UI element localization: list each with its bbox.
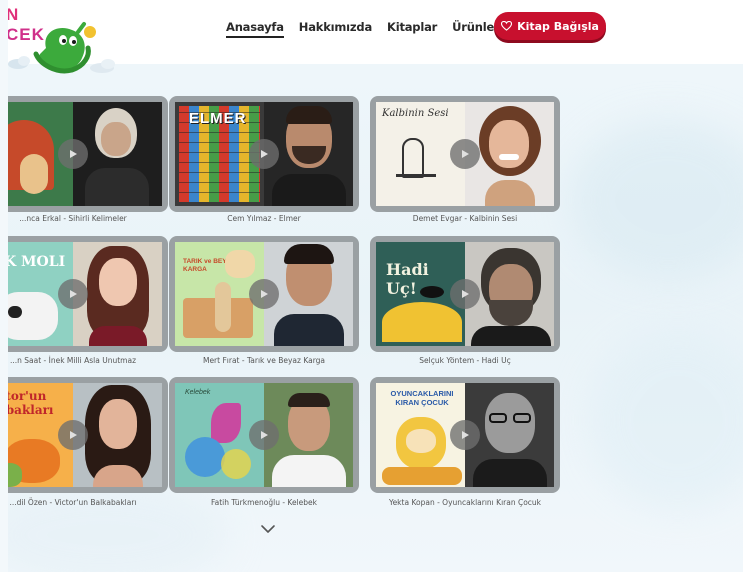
nav-item-anasayfa[interactable]: Anasayfa [226,20,284,38]
play-icon [70,150,77,158]
play-icon [261,290,268,298]
book-caption[interactable]: Yekta Kopan - Oyuncaklarını Kıran Çocuk [370,498,560,507]
book-caption[interactable]: ...n Saat - İnek Milli Asla Unutmaz [8,356,168,365]
play-button[interactable] [58,279,88,309]
play-icon [462,150,469,158]
site-logo[interactable]: N CEK [8,4,121,74]
play-icon [261,431,268,439]
book-cover-title: ELMER [189,110,247,127]
book-video-card[interactable]: Hadi Uç! [370,236,560,352]
book-cover-title: OYUNCAKLARINI KIRAN ÇOCUK [390,389,454,407]
book-video-card[interactable]: ctor'un abakları [8,377,168,493]
book-video-card[interactable]: K MOLI [8,236,168,352]
book-video-card[interactable]: Kalbinin Sesi [370,96,560,212]
book-video-card[interactable]: ELMER [169,96,359,212]
nav-item-urunler[interactable]: Ürünler [452,20,500,38]
book-caption[interactable]: Demet Evgar - Kalbinin Sesi [370,214,560,223]
book-caption[interactable]: Fatih Türkmenoğlu - Kelebek [169,498,359,507]
book-video-card[interactable]: OYUNCAKLARINI KIRAN ÇOCUK [370,377,560,493]
play-icon [70,431,77,439]
book-cover-title: Kelebek [185,389,211,396]
book-cover-title: Kalbinin Sesi [382,108,449,119]
play-icon [261,150,268,158]
book-caption[interactable]: Selçuk Yöntem - Hadi Uç [370,356,560,365]
play-button[interactable] [58,420,88,450]
play-button[interactable] [249,139,279,169]
book-cover-title: K MOLI [8,254,66,270]
play-button[interactable] [249,420,279,450]
book-caption[interactable]: ...dil Özen - Victor'un Balkabakları [8,498,168,507]
nav-item-kitaplar[interactable]: Kitaplar [387,20,437,38]
play-icon [462,431,469,439]
site-header: N CEK Anasayfa Hakkımızda Kitaplar Ürünl… [8,0,743,74]
book-video-card[interactable] [8,96,168,212]
play-button[interactable] [450,279,480,309]
play-icon [462,290,469,298]
book-video-card[interactable]: TARIK ve BEYAZ KARGA [169,236,359,352]
page: N CEK Anasayfa Hakkımızda Kitaplar Ürünl… [8,0,743,572]
play-button[interactable] [450,420,480,450]
play-icon [70,290,77,298]
main-nav: Anasayfa Hakkımızda Kitaplar Ürünler [226,20,500,38]
heart-outline-icon [501,21,513,31]
book-caption[interactable]: Mert Fırat - Tarık ve Beyaz Karga [169,356,359,365]
donate-button-label: Kitap Bağışla [517,19,599,33]
donate-book-button[interactable]: Kitap Bağışla [494,12,606,40]
nav-item-hakkimizda[interactable]: Hakkımızda [299,20,372,38]
book-caption[interactable]: ...nca Erkal - Sihirli Kelimeler [8,214,168,223]
chevron-down-icon[interactable] [260,524,276,534]
book-video-card[interactable]: Kelebek [169,377,359,493]
play-button[interactable] [58,139,88,169]
book-cover-title: ctor'un abakları [8,389,54,417]
play-button[interactable] [249,279,279,309]
play-button[interactable] [450,139,480,169]
mascot-icon [8,22,115,74]
book-caption[interactable]: Cem Yılmaz - Elmer [169,214,359,223]
